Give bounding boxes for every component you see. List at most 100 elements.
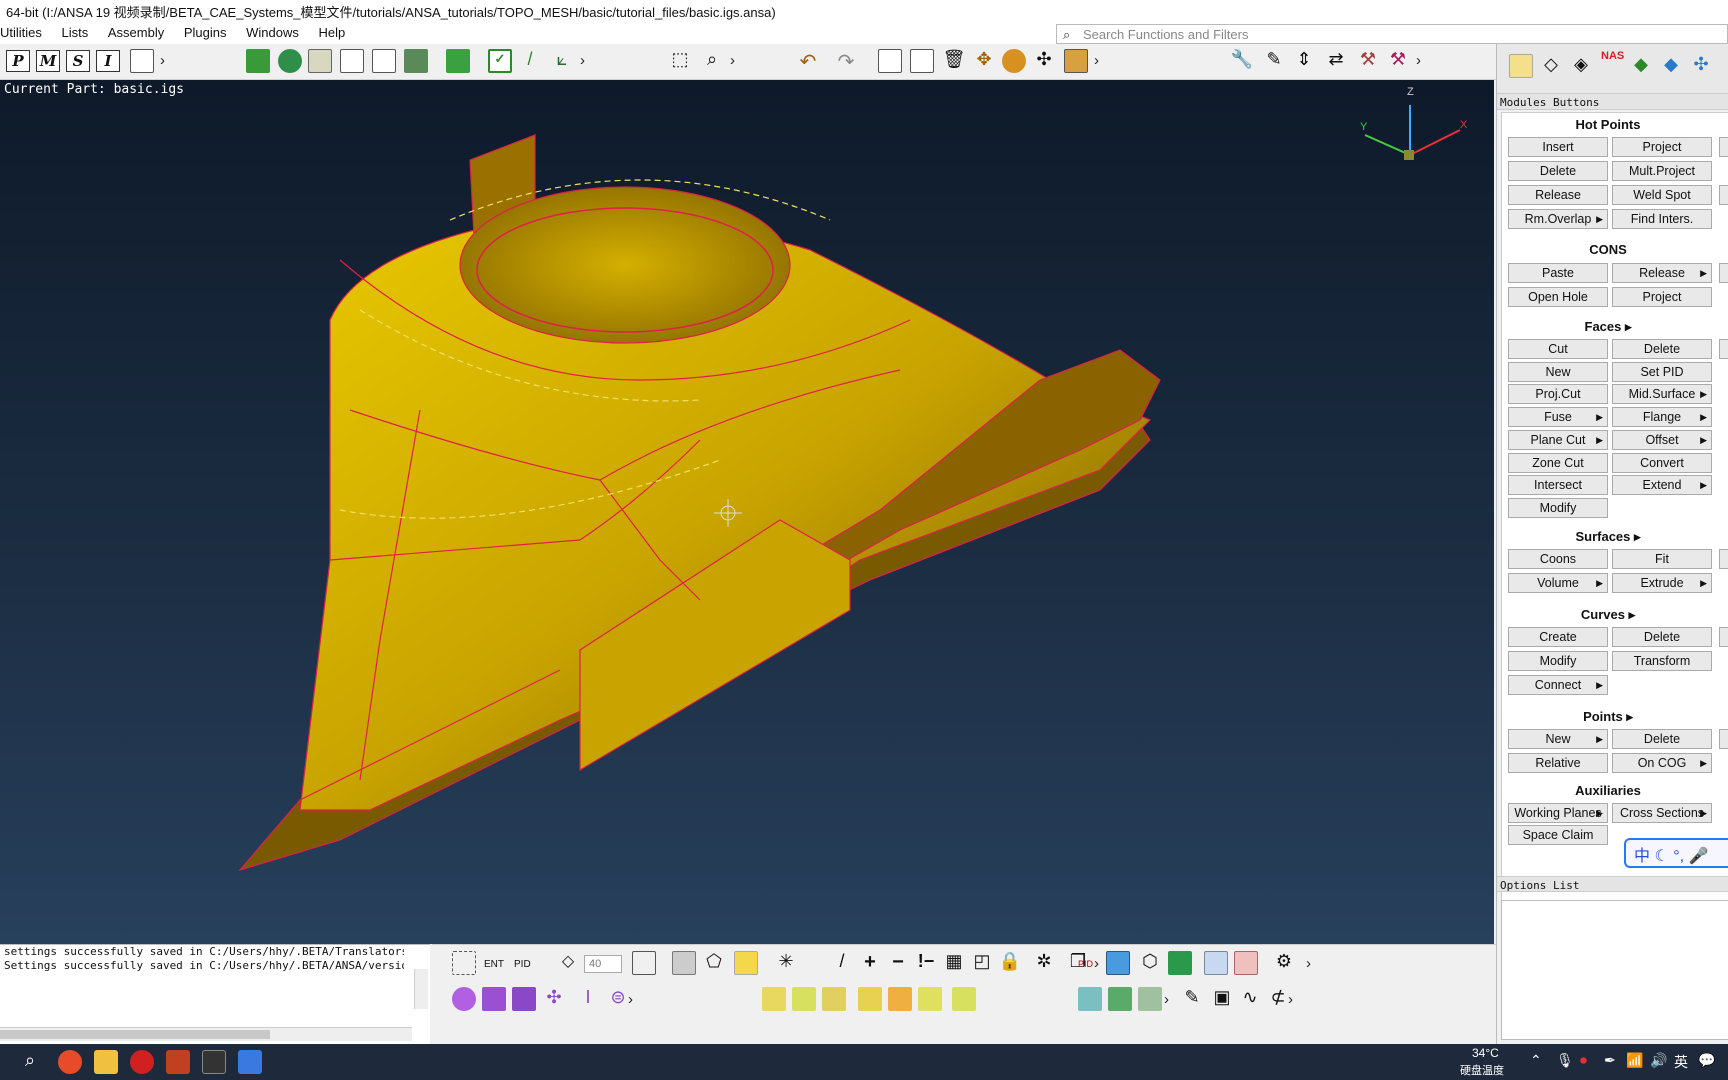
trash-icon[interactable]: 🗑 <box>942 49 966 73</box>
menu-windows[interactable]: Windows <box>238 22 307 43</box>
ruler-icon[interactable] <box>1064 49 1088 73</box>
mesh-view-icon[interactable] <box>1204 951 1228 975</box>
points-on-cog-button[interactable]: On COG ▶ <box>1612 753 1712 773</box>
hot-points-delete-button[interactable]: Delete <box>1508 161 1608 181</box>
nas-label[interactable]: NAS <box>1601 50 1624 62</box>
menu-lists[interactable]: Lists <box>54 22 97 43</box>
hot-points-rm-overlap-button[interactable]: Rm.Overlap ▶ <box>1508 209 1608 229</box>
check-icon[interactable]: ✓ <box>488 49 512 73</box>
points-new-button[interactable]: New ▶ <box>1508 729 1608 749</box>
translate-icon[interactable]: ✣ <box>1032 49 1056 73</box>
faces-intersect-button[interactable]: Intersect <box>1508 475 1608 495</box>
hot-points-release-button[interactable]: Release <box>1508 185 1608 205</box>
invert-icon[interactable]: !− <box>914 951 938 975</box>
rotate-icon[interactable] <box>1002 49 1026 73</box>
aux-space-claim-button[interactable]: Space Claim <box>1508 825 1608 845</box>
assembly-icon[interactable] <box>246 49 270 73</box>
edit-icon[interactable]: ✎ <box>1262 49 1286 73</box>
points-delete-button[interactable]: Delete <box>1612 729 1712 749</box>
curves-create-button[interactable]: Create <box>1508 627 1608 647</box>
chevron-right-icon[interactable]: › <box>1288 991 1293 1008</box>
faces-delete-button[interactable]: Delete <box>1612 339 1712 359</box>
side-tab[interactable] <box>1719 729 1728 749</box>
options-list[interactable] <box>1501 900 1728 1040</box>
folder-icon[interactable] <box>94 1050 118 1074</box>
toolbar-i-button[interactable]: I <box>96 50 120 72</box>
menu-plugins[interactable]: Plugins <box>176 22 235 43</box>
side-tab[interactable] <box>1719 263 1728 283</box>
settings-icon[interactable]: ⚙ <box>1272 951 1296 975</box>
hot-points-insert-button[interactable]: Insert <box>1508 137 1608 157</box>
wireframe-icon[interactable]: ⬡ <box>1138 951 1162 975</box>
align-icon[interactable]: ⇕ <box>1292 49 1316 73</box>
surfaces-volume-button[interactable]: Volume ▶ <box>1508 573 1608 593</box>
menu-help[interactable]: Help <box>311 22 354 43</box>
side-tab[interactable] <box>1719 549 1728 569</box>
plus-icon[interactable]: + <box>858 951 882 975</box>
move-points-icon[interactable]: ✣ <box>542 987 566 1011</box>
select-box-icon[interactable] <box>452 951 476 975</box>
section-icon[interactable]: ⊜ <box>606 987 630 1011</box>
shaded-icon[interactable] <box>1106 951 1130 975</box>
curves-modify-button[interactable]: Modify <box>1508 651 1608 671</box>
chevron-right-icon[interactable]: › <box>730 52 735 69</box>
terminal-icon[interactable] <box>202 1050 226 1074</box>
curves-heading[interactable]: Curves ▸ <box>1502 607 1714 623</box>
faces-mid-surface-button[interactable]: Mid.Surface ▶ <box>1612 384 1712 404</box>
volume-icon[interactable]: 🔊 <box>1650 1052 1667 1069</box>
monitor-icon[interactable] <box>446 49 470 73</box>
ansa-icon[interactable] <box>238 1050 262 1074</box>
side-tab[interactable] <box>1719 185 1728 205</box>
undo-icon[interactable]: ↶ <box>796 49 820 73</box>
toolbar-s-button[interactable]: S <box>66 50 90 72</box>
ime-toolbar[interactable]: 中 ☾ °, 🎤 <box>1624 838 1728 868</box>
box-icon[interactable] <box>482 987 506 1011</box>
topo-check-icon[interactable] <box>952 987 976 1011</box>
zoom-fit-icon[interactable]: ⬚ <box>668 49 692 73</box>
message-console[interactable]: settings successfully saved in C:/Users/… <box>0 944 430 1044</box>
toolbar-m-button[interactable]: M <box>36 50 60 72</box>
sparkle-icon[interactable]: ✳ <box>774 951 798 975</box>
square-icon[interactable]: ▣ <box>1210 987 1234 1011</box>
search-input[interactable]: ⌕ Search Functions and Filters <box>1056 24 1728 44</box>
solid-icon[interactable] <box>1108 987 1132 1011</box>
faces-plane-cut-button[interactable]: Plane Cut ▶ <box>1508 430 1608 450</box>
curves-delete-button[interactable]: Delete <box>1612 627 1712 647</box>
faces-proj-cut-button[interactable]: Proj.Cut <box>1508 384 1608 404</box>
grid-icon[interactable] <box>878 49 902 73</box>
curve-icon[interactable]: ∿ <box>1238 987 1262 1011</box>
record-tray-icon[interactable]: ⏺ <box>1580 1052 1587 1069</box>
volume-mesh-icon[interactable]: ◆ <box>1659 54 1683 78</box>
faces-new-button[interactable]: New <box>1508 362 1608 382</box>
document-icon[interactable] <box>308 49 332 73</box>
move-icon[interactable]: ✥ <box>972 49 996 73</box>
plane-icon[interactable] <box>512 987 536 1011</box>
powerpoint-icon[interactable] <box>166 1050 190 1074</box>
faces-set-pid-button[interactable]: Set PID <box>1612 362 1712 382</box>
pen-icon[interactable]: ✒ <box>1604 1052 1616 1069</box>
layout-icon[interactable] <box>130 49 154 73</box>
chevron-right-icon[interactable]: › <box>580 52 585 69</box>
menu-assembly[interactable]: Assembly <box>100 22 172 43</box>
brush-icon[interactable]: / <box>518 49 542 73</box>
hot-points-mult-project-button[interactable]: Mult.Project <box>1612 161 1712 181</box>
zoom-icon[interactable]: ⌕ <box>700 49 724 73</box>
surfaces-coons-button[interactable]: Coons <box>1508 549 1608 569</box>
tag-icon[interactable]: ◇ <box>556 951 580 975</box>
frame-icon[interactable] <box>632 951 656 975</box>
curves-connect-button[interactable]: Connect ▶ <box>1508 675 1608 695</box>
search-icon[interactable]: ⌕ <box>18 1050 42 1074</box>
size-input[interactable]: 40 <box>584 955 622 973</box>
layers-icon[interactable] <box>672 951 696 975</box>
redo-icon[interactable]: ↷ <box>834 49 858 73</box>
vertical-scrollbar[interactable] <box>414 969 428 1009</box>
mesh-grid-icon[interactable] <box>1078 987 1102 1011</box>
sheet-icon[interactable] <box>340 49 364 73</box>
topo-diamond-icon[interactable] <box>858 987 882 1011</box>
surfaces-heading[interactable]: Surfaces ▸ <box>1502 529 1714 545</box>
side-tab[interactable] <box>1719 137 1728 157</box>
tool-icon[interactable]: ⚒ <box>1386 49 1410 73</box>
shell-mesh-icon[interactable]: ◈ <box>1569 54 1593 78</box>
side-tab[interactable] <box>1719 627 1728 647</box>
hot-points-weld-spot-button[interactable]: Weld Spot <box>1612 185 1712 205</box>
